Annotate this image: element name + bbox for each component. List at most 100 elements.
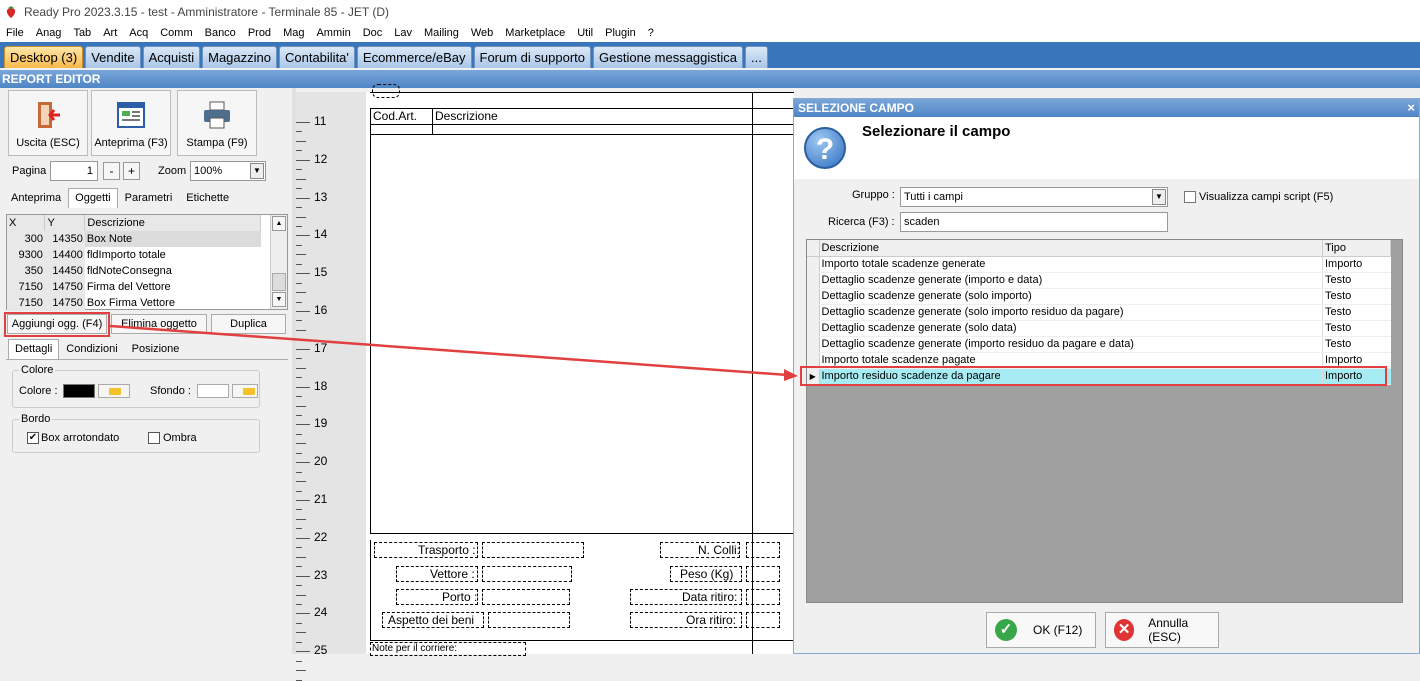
module-tab[interactable]: Contabilita' xyxy=(278,46,355,68)
field-row[interactable]: Dettaglio scadenze generate (solo import… xyxy=(807,304,1391,321)
zoom-label: Zoom xyxy=(158,165,187,177)
ruler-label: 24 xyxy=(314,605,328,620)
row-indicator xyxy=(807,336,820,353)
exit-button[interactable]: Uscita (ESC) xyxy=(8,90,88,156)
field-row[interactable]: Dettaglio scadenze generate (solo import… xyxy=(807,288,1391,305)
page-plus-button[interactable]: + xyxy=(123,162,140,180)
table-row[interactable]: 300 14350 Box Note xyxy=(7,231,261,247)
preview-button[interactable]: Anteprima (F3) xyxy=(91,90,171,156)
shadow-checkbox[interactable] xyxy=(148,432,160,444)
table-row[interactable]: 7150 14750 Firma del Vettore xyxy=(7,279,261,295)
scroll-down-icon[interactable]: ▼ xyxy=(272,292,286,307)
menu-item[interactable]: Acq xyxy=(123,27,154,39)
background-picker-folder-icon[interactable] xyxy=(232,384,258,398)
menu-item[interactable]: Mailing xyxy=(418,27,465,39)
column-header[interactable]: Tipo xyxy=(1322,240,1391,257)
detail-tab[interactable]: Condizioni xyxy=(59,339,124,359)
menu-item[interactable]: Lav xyxy=(388,27,418,39)
column-header[interactable]: X xyxy=(7,215,46,231)
field-row[interactable]: Dettaglio scadenze generate (importo res… xyxy=(807,336,1391,353)
menu-item[interactable]: Util xyxy=(571,27,599,39)
field-row[interactable]: Dettaglio scadenze generate (solo data) T… xyxy=(807,320,1391,337)
border-group: Bordo ✔ Box arrotondato Ombra xyxy=(12,413,260,453)
ruler-minor-tick xyxy=(296,547,302,549)
module-tab[interactable]: Gestione messaggistica xyxy=(593,46,744,68)
module-tab[interactable]: Ecommerce/eBay xyxy=(356,46,472,68)
table-cell: Testo xyxy=(1322,336,1391,353)
table-cell: Importo xyxy=(1322,256,1391,273)
row-indicator xyxy=(807,288,820,305)
ruler-tick xyxy=(296,273,310,275)
table-cell: 14750 xyxy=(44,295,85,311)
rounded-box-checkbox[interactable]: ✔ xyxy=(27,432,39,444)
scroll-thumb[interactable] xyxy=(272,273,286,291)
menu-item[interactable]: Doc xyxy=(357,27,389,39)
menu-item[interactable]: Plugin xyxy=(599,27,642,39)
show-script-fields-checkbox[interactable] xyxy=(1184,191,1196,203)
menu-item[interactable]: Web xyxy=(465,27,499,39)
menu-item[interactable]: Marketplace xyxy=(499,27,571,39)
menu-item[interactable]: ? xyxy=(642,27,660,39)
module-tab[interactable]: Acquisti xyxy=(142,46,201,68)
module-tab[interactable]: Forum di supporto xyxy=(473,46,591,68)
module-tab[interactable]: ... xyxy=(745,46,768,68)
ruler-minor-tick xyxy=(296,660,302,662)
background-swatch[interactable] xyxy=(197,384,229,398)
menu-item[interactable]: Banco xyxy=(199,27,242,39)
table-row[interactable]: 350 14450 fldNoteConsegna xyxy=(7,263,261,279)
close-icon[interactable]: × xyxy=(1407,100,1415,115)
data-ritiro-field: Data ritiro: xyxy=(682,590,738,604)
print-button[interactable]: Stampa (F9) xyxy=(177,90,257,156)
ruler-tick xyxy=(296,122,310,123)
column-header[interactable]: Y xyxy=(44,215,86,231)
editor-tab[interactable]: Anteprima xyxy=(4,188,68,208)
menu-item[interactable]: Ammin xyxy=(310,27,356,39)
module-tab[interactable]: Vendite xyxy=(85,46,141,68)
duplicate-object-button[interactable]: Duplica xyxy=(211,314,286,334)
page-minus-button[interactable]: - xyxy=(103,162,120,180)
field-row[interactable]: Importo totale scadenze generate Importo xyxy=(807,256,1391,273)
page-label: Pagina xyxy=(12,165,47,177)
table-cell: 14400 xyxy=(44,247,85,263)
ok-button[interactable]: ✓ OK (F12) xyxy=(986,612,1096,648)
menu-item[interactable]: Mag xyxy=(277,27,310,39)
table-row[interactable]: 9300 14400 fldImporto totale xyxy=(7,247,261,263)
group-select[interactable]: Tutti i campi ▼ xyxy=(900,187,1168,207)
editor-tab[interactable]: Etichette xyxy=(179,188,236,208)
table-cell: 9300 xyxy=(7,247,45,263)
delete-object-button[interactable]: Elimina oggetto xyxy=(111,314,207,334)
chevron-down-icon: ▼ xyxy=(1152,189,1166,205)
column-header[interactable]: Descrizione xyxy=(84,215,261,231)
ruler-label: 15 xyxy=(314,265,328,280)
table-row[interactable]: 7150 14750 Box Firma Vettore xyxy=(7,295,261,311)
color-swatch[interactable] xyxy=(63,384,95,398)
objects-scrollbar[interactable]: ▲ ▼ xyxy=(270,215,287,309)
menu-item[interactable]: Prod xyxy=(242,27,277,39)
cancel-button[interactable]: ✕ Annulla (ESC) xyxy=(1105,612,1219,648)
editor-tab[interactable]: Parametri xyxy=(118,188,180,208)
search-input[interactable]: scaden xyxy=(900,212,1168,232)
menu-item[interactable]: Anag xyxy=(30,27,68,39)
table-cell: Testo xyxy=(1322,304,1391,321)
report-canvas[interactable]: Cod.Art. Descrizione Trasporto : Vettore… xyxy=(366,84,794,656)
ruler-minor-tick xyxy=(296,443,306,445)
menu-item[interactable]: File xyxy=(0,27,30,39)
ruler-label: 18 xyxy=(314,378,328,393)
detail-tab[interactable]: Dettagli xyxy=(8,339,60,359)
editor-tab[interactable]: Oggetti xyxy=(68,188,118,208)
menu-item[interactable]: Comm xyxy=(154,27,198,39)
page-input[interactable]: 1 xyxy=(50,161,98,181)
scroll-up-icon[interactable]: ▲ xyxy=(272,216,286,231)
zoom-select[interactable]: 100% ▼ xyxy=(190,161,266,181)
field-row[interactable]: Dettaglio scadenze generate (importo e d… xyxy=(807,272,1391,289)
color-picker-folder-icon[interactable] xyxy=(98,384,130,398)
cancel-x-icon: ✕ xyxy=(1114,619,1135,641)
column-header[interactable]: Descrizione xyxy=(819,240,1323,257)
ruler-tick xyxy=(296,311,310,312)
module-tab[interactable]: Magazzino xyxy=(202,46,277,68)
module-tab[interactable]: Desktop (3) xyxy=(4,46,84,68)
menu-item[interactable]: Tab xyxy=(67,27,97,39)
ruler-minor-tick xyxy=(296,263,302,265)
detail-tab[interactable]: Posizione xyxy=(125,339,187,359)
menu-item[interactable]: Art xyxy=(97,27,123,39)
